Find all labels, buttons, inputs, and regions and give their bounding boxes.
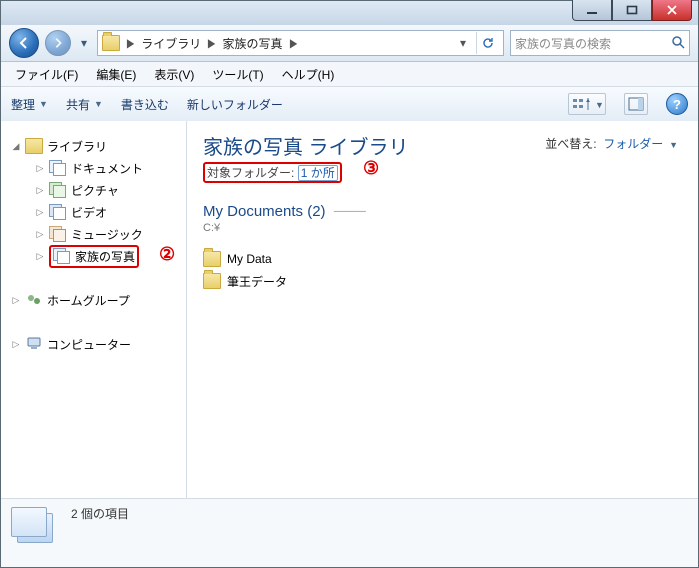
burn-button[interactable]: 書き込む — [121, 96, 169, 113]
breadcrumb-separator: ▶ — [125, 36, 136, 50]
folder-icon — [203, 273, 221, 289]
maximize-button[interactable] — [612, 0, 652, 21]
tree-documents[interactable]: ▷ ドキュメント — [1, 157, 186, 179]
menu-bar: ファイル(F) 編集(E) 表示(V) ツール(T) ヘルプ(H) — [1, 62, 698, 87]
sort-by[interactable]: 並べ替え: フォルダー ▼ — [545, 135, 678, 152]
close-button[interactable] — [652, 0, 692, 21]
tree-label: ライブラリ — [47, 138, 107, 155]
libraries-icon — [25, 138, 43, 154]
breadcrumb-current[interactable]: 家族の写真 — [222, 35, 282, 52]
folder-icon — [102, 35, 120, 51]
back-button[interactable] — [9, 28, 39, 58]
content-pane: 家族の写真 ライブラリ 対象フォルダー: 1 か所 ③ 並べ替え: フォルダー … — [187, 121, 698, 507]
view-mode-button[interactable]: ▼ — [568, 93, 606, 115]
chevron-right-icon[interactable]: ▷ — [35, 229, 45, 240]
window-controls — [572, 0, 692, 21]
pictures-icon — [49, 182, 67, 198]
breadcrumb-separator: ▶ — [288, 36, 299, 50]
tree-label: ピクチャ — [71, 182, 119, 199]
sort-label: 並べ替え: — [545, 137, 596, 151]
menu-edit[interactable]: 編集(E) — [88, 64, 144, 85]
toolbar: 整理 ▼ 共有 ▼ 書き込む 新しいフォルダー ▼ ? — [1, 87, 698, 122]
tree-music[interactable]: ▷ ミュージック — [1, 223, 186, 245]
file-list: My Data 筆王データ — [203, 248, 682, 292]
menu-file[interactable]: ファイル(F) — [7, 64, 86, 85]
annotation-2: ② — [159, 244, 175, 265]
folder-icon — [203, 251, 221, 267]
targets-label: 対象フォルダー: — [207, 166, 294, 180]
address-dropdown[interactable]: ▾ — [454, 36, 472, 50]
breadcrumb-separator: ▶ — [207, 36, 218, 50]
tree-label: 家族の写真 — [75, 248, 135, 265]
search-placeholder: 家族の写真の検索 — [515, 35, 667, 52]
tree-label: ビデオ — [71, 204, 107, 221]
computer-icon — [25, 336, 43, 352]
minimize-button[interactable] — [572, 0, 612, 21]
tree-videos[interactable]: ▷ ビデオ — [1, 201, 186, 223]
annotation-3: ③ — [363, 158, 379, 179]
library-icon — [53, 248, 71, 264]
navigation-pane: ◢ ライブラリ ▷ ドキュメント ▷ ピクチャ ▷ ビデオ ▷ — [1, 121, 187, 507]
videos-icon — [49, 204, 67, 220]
tree-family-photos[interactable]: ▷ 家族の写真 ② — [1, 245, 186, 267]
body: ◢ ライブラリ ▷ ドキュメント ▷ ピクチャ ▷ ビデオ ▷ — [1, 121, 698, 507]
file-name: My Data — [227, 252, 272, 266]
tree-label: ドキュメント — [71, 160, 143, 177]
details-pane: 2 個の項目 — [1, 498, 698, 567]
tree-homegroup[interactable]: ▷ ホームグループ — [1, 289, 186, 311]
address-bar[interactable]: ▶ ライブラリ ▶ 家族の写真 ▶ ▾ — [97, 30, 504, 56]
breadcrumb-root[interactable]: ライブラリ — [141, 35, 201, 52]
search-input[interactable]: 家族の写真の検索 — [510, 30, 690, 56]
selection-icon — [11, 507, 59, 551]
share-button[interactable]: 共有 ▼ — [66, 96, 103, 113]
tree-libraries[interactable]: ◢ ライブラリ — [1, 135, 186, 157]
list-item[interactable]: 筆王データ — [203, 270, 682, 292]
search-icon — [671, 35, 685, 52]
forward-button[interactable] — [45, 30, 71, 56]
group-header[interactable]: My Documents (2) ─── — [203, 203, 682, 220]
svg-text:▼: ▼ — [595, 100, 603, 110]
sort-value: フォルダー — [603, 137, 663, 151]
homegroup-icon — [25, 292, 43, 308]
chevron-right-icon[interactable]: ▷ — [35, 251, 45, 262]
item-count: 2 個の項目 — [71, 505, 129, 522]
music-icon — [49, 226, 67, 242]
chevron-right-icon[interactable]: ▷ — [35, 185, 45, 196]
chevron-right-icon[interactable]: ▷ — [11, 295, 21, 306]
titlebar — [1, 1, 698, 25]
tree-label: ホームグループ — [47, 292, 130, 309]
documents-icon — [49, 160, 67, 176]
group-path: C:¥ — [203, 222, 682, 234]
menu-help[interactable]: ヘルプ(H) — [274, 64, 343, 85]
history-dropdown[interactable]: ▾ — [77, 32, 91, 54]
chevron-right-icon[interactable]: ▷ — [11, 339, 21, 350]
explorer-window: ▾ ▶ ライブラリ ▶ 家族の写真 ▶ ▾ 家族の写真の検索 ファイル(F) 編… — [0, 0, 699, 568]
refresh-button[interactable] — [476, 32, 499, 54]
tree-pictures[interactable]: ▷ ピクチャ — [1, 179, 186, 201]
preview-pane-button[interactable] — [624, 93, 648, 115]
menu-tools[interactable]: ツール(T) — [204, 64, 271, 85]
organize-button[interactable]: 整理 ▼ — [11, 96, 48, 113]
help-button[interactable]: ? — [666, 93, 688, 115]
tree-label: ミュージック — [71, 226, 143, 243]
chevron-right-icon[interactable]: ▷ — [35, 163, 45, 174]
chevron-right-icon[interactable]: ▷ — [35, 207, 45, 218]
file-name: 筆王データ — [227, 273, 287, 290]
collapse-icon[interactable]: ◢ — [11, 141, 21, 152]
list-item[interactable]: My Data — [203, 248, 682, 270]
targets-link[interactable]: 1 か所 — [298, 165, 338, 181]
library-targets: 対象フォルダー: 1 か所 ③ — [203, 164, 682, 181]
tree-computer[interactable]: ▷ コンピューター — [1, 333, 186, 355]
tree-label: コンピューター — [47, 336, 131, 353]
address-bar-row: ▾ ▶ ライブラリ ▶ 家族の写真 ▶ ▾ 家族の写真の検索 — [1, 25, 698, 62]
menu-view[interactable]: 表示(V) — [146, 64, 202, 85]
new-folder-button[interactable]: 新しいフォルダー — [187, 96, 283, 113]
